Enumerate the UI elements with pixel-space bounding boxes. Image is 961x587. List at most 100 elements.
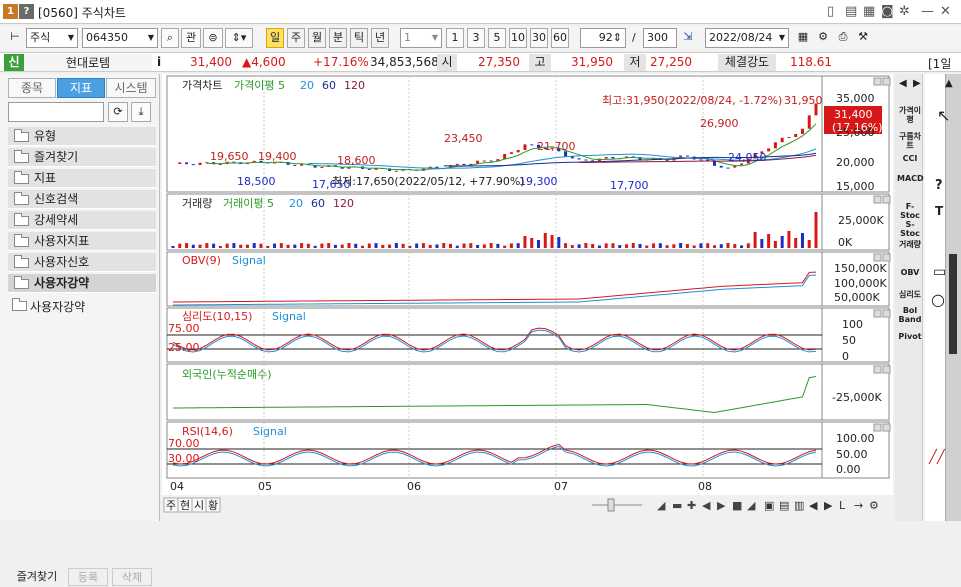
tree-item-favorites[interactable]: 즐겨찾기 — [8, 148, 156, 167]
total-input[interactable]: 300 — [643, 28, 677, 48]
tree-leaf-user-strength[interactable]: 사용자강약 — [12, 298, 85, 316]
circle-tool-icon[interactable]: ○ — [931, 290, 945, 309]
market-select[interactable]: 주식 ▼ — [26, 28, 78, 48]
rsi-line — [172, 443, 817, 465]
tool-icon: → — [854, 499, 863, 512]
low-label: 저 — [624, 54, 646, 71]
rect-tool-icon[interactable]: ▭ — [933, 264, 946, 280]
obv-signal-legend: Signal — [232, 254, 266, 267]
date-input[interactable]: 2022/08/24 ▼ — [705, 28, 789, 48]
tree-item-signal-search[interactable]: 신호검색 — [8, 190, 156, 209]
tree-item-type[interactable]: 유형 — [8, 127, 156, 146]
download-icon[interactable]: ⤓ — [131, 102, 151, 122]
obv-y-tick: 100,000K — [834, 277, 887, 290]
interval-5[interactable]: 5 — [488, 28, 506, 48]
panel-min-icon — [873, 253, 882, 262]
next-arrow-icon[interactable]: ▶ — [913, 78, 921, 89]
updown-icon[interactable]: ⇕▾ — [225, 28, 253, 48]
print-chart-icon[interactable]: ⎙ — [834, 28, 852, 48]
volume-bar — [509, 243, 513, 248]
indicator-2[interactable]: CCI — [897, 154, 923, 163]
delete-button[interactable]: 삭제 — [112, 568, 152, 586]
interval-3[interactable]: 3 — [467, 28, 485, 48]
close-icon[interactable]: ✕ — [940, 4, 951, 19]
help-icon[interactable]: ? — [19, 4, 34, 19]
indicator-1[interactable]: 구름차트 — [897, 132, 923, 150]
indicator-8[interactable]: 심리도 — [897, 290, 923, 299]
help-tool-icon[interactable]: ? — [935, 178, 943, 193]
price-label: 18,600 — [337, 154, 376, 167]
print-icon[interactable]: ▦ — [863, 4, 875, 19]
interval-select[interactable]: 1 ▼ — [400, 28, 442, 48]
indicator-5[interactable]: S-Stoc — [897, 220, 923, 238]
candle — [191, 164, 195, 166]
tab-system[interactable]: 시스템 — [106, 78, 156, 98]
register-button[interactable]: 등록 — [68, 568, 108, 586]
tree-item-user-signal[interactable]: 사용자신호 — [8, 253, 156, 272]
app-icon[interactable]: 1 — [3, 4, 18, 19]
indicator-0[interactable]: 가격이평 — [897, 106, 923, 124]
prev-arrow-icon[interactable]: ◀ — [899, 78, 907, 89]
cursor-tool-icon[interactable]: ↖ — [937, 106, 950, 125]
code-input[interactable]: 064350 ▼ — [82, 28, 158, 48]
indicator-9[interactable]: Bol Band — [897, 306, 923, 324]
tree-item-indicators[interactable]: 지표 — [8, 169, 156, 188]
camera-icon[interactable]: ◙ — [881, 4, 894, 19]
tree-item-user-indicator[interactable]: 사용자지표 — [8, 232, 156, 251]
stock-chart[interactable]: 04 05 06 07 08 가격차트 가격이평 5 20 60 120 거래량 거래이평 5 20 60… — [162, 74, 893, 521]
sync-icon[interactable]: ⊜ — [203, 28, 223, 48]
minimize-icon[interactable]: — — [921, 4, 934, 19]
candle — [516, 149, 520, 153]
candle — [178, 162, 182, 164]
favorites-button[interactable]: 즐겨찾기 — [10, 568, 64, 586]
chart-type-icon[interactable]: ▦ — [794, 28, 812, 48]
text-tool-icon[interactable]: T — [935, 204, 943, 218]
period-day[interactable]: 일 — [266, 28, 284, 48]
trend-tool-icon[interactable]: ╱╱ — [929, 450, 945, 465]
volume-bar — [624, 244, 628, 248]
indicator-10[interactable]: Pivot — [897, 332, 923, 341]
candle — [509, 152, 513, 155]
stock-list-icon[interactable]: ⊢ — [4, 28, 26, 48]
info-icon[interactable]: i — [157, 55, 161, 69]
scrollbar-thumb[interactable] — [949, 254, 957, 354]
ma5-legend: 가격이평 5 — [234, 79, 285, 92]
refresh-icon[interactable]: ⟳ — [108, 102, 128, 122]
interval-30[interactable]: 30 — [530, 28, 548, 48]
indicator-6[interactable]: 거래량 — [897, 240, 923, 249]
count-separator: / — [632, 31, 636, 44]
tools-icon[interactable]: ⚒ — [854, 28, 872, 48]
period-tick[interactable]: 틱 — [350, 28, 368, 48]
interval-1[interactable]: 1 — [446, 28, 464, 48]
indicator-4[interactable]: F-Stoc — [897, 202, 923, 220]
period-year[interactable]: 년 — [371, 28, 389, 48]
panel-frame — [166, 363, 890, 421]
indicator-7[interactable]: OBV — [897, 268, 923, 277]
pin-icon[interactable]: ▯ — [827, 4, 834, 19]
indicator-search-input[interactable] — [8, 102, 104, 122]
setup-icon[interactable]: ⚙ — [814, 28, 832, 48]
window-title: [0560] 주식차트 — [38, 6, 126, 20]
search-icon[interactable]: ⌕ — [161, 28, 179, 48]
tab-indicator[interactable]: 지표 — [57, 78, 105, 98]
settings-icon[interactable]: ✲ — [899, 4, 910, 19]
period-minute[interactable]: 분 — [329, 28, 347, 48]
ma5-line — [206, 123, 817, 171]
interval-60[interactable]: 60 — [551, 28, 569, 48]
favorite-button[interactable]: 관 — [181, 28, 201, 48]
period-month[interactable]: 월 — [308, 28, 326, 48]
tab-stock[interactable]: 종목 — [8, 78, 56, 98]
volume-bar — [388, 244, 392, 248]
save-icon[interactable]: ▤ — [845, 4, 857, 19]
expand-icon[interactable]: ⇲ — [679, 28, 697, 48]
volume-bar — [266, 245, 270, 248]
indicator-3[interactable]: MACD — [897, 174, 924, 183]
interval-10[interactable]: 10 — [509, 28, 527, 48]
candle — [577, 158, 581, 160]
count-input[interactable]: 92⇕ — [580, 28, 626, 48]
tree-item-user-strength[interactable]: 사용자강약 — [8, 274, 156, 293]
tree-item-strength[interactable]: 강세약세 — [8, 211, 156, 230]
psy-y-tick: 0 — [842, 350, 849, 363]
scroll-up-icon[interactable]: ▲ — [945, 78, 953, 89]
period-week[interactable]: 주 — [287, 28, 305, 48]
